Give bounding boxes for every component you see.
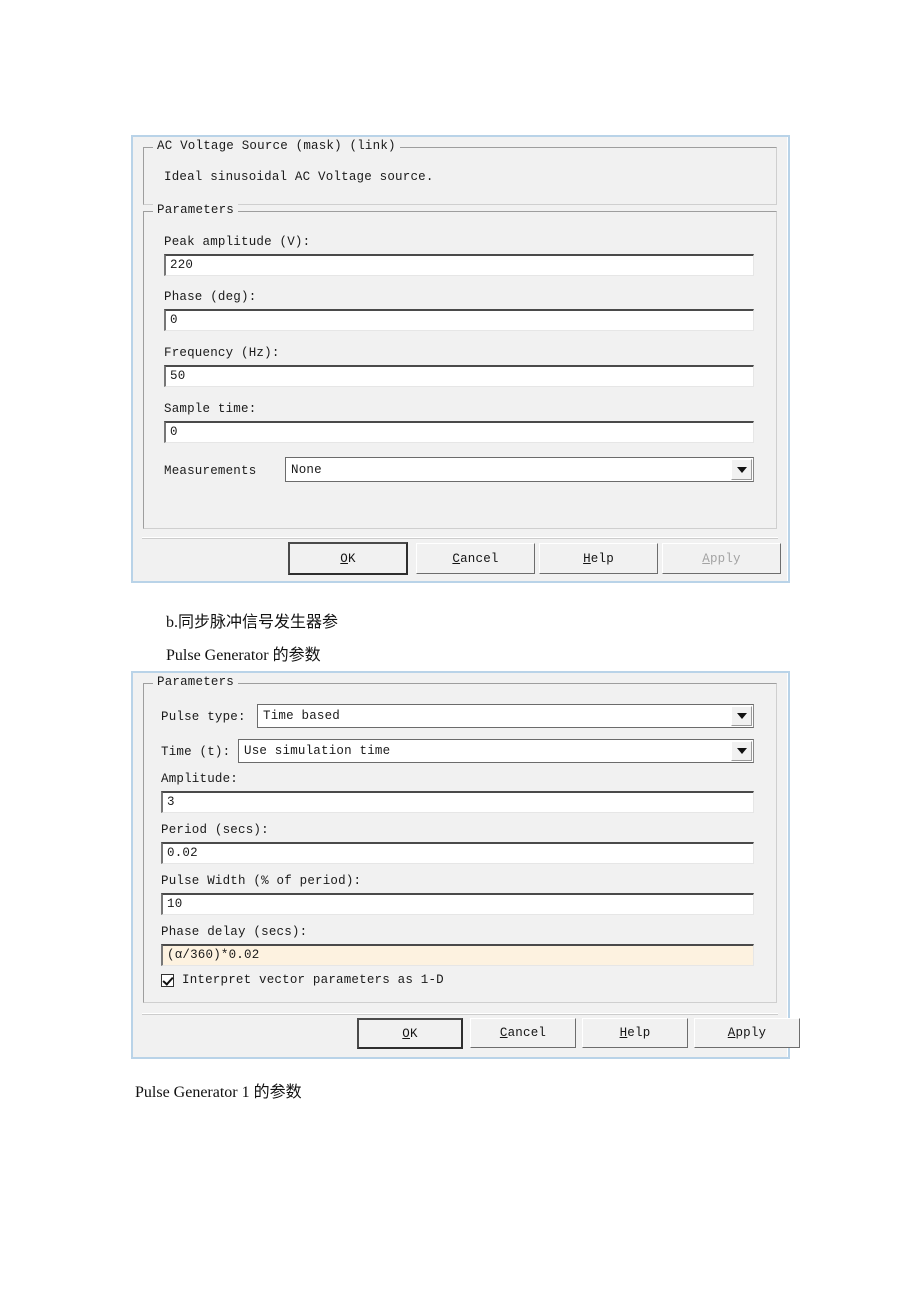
amplitude-input[interactable]: 3 — [161, 791, 754, 813]
caption-bottom-line-1: Pulse Generator 1 的参数 — [135, 1084, 302, 1101]
pg-help-button[interactable]: Help — [582, 1018, 688, 1048]
peak-amplitude-label: Peak amplitude (V): — [164, 235, 311, 249]
ac-voltage-source-dialog: AC Voltage Source (mask) (link) Ideal si… — [131, 135, 790, 583]
phase-input[interactable]: 0 — [164, 309, 754, 331]
apply-button-label: Apply — [702, 551, 741, 566]
peak-amplitude-input[interactable]: 220 — [164, 254, 754, 276]
chevron-down-icon[interactable] — [731, 741, 752, 761]
description-text: Ideal sinusoidal AC Voltage source. — [164, 170, 434, 184]
frequency-label: Frequency (Hz): — [164, 346, 280, 360]
interpret-vector-checkbox-row[interactable]: Interpret vector parameters as 1-D — [161, 973, 444, 987]
time-t-dropdown[interactable]: Use simulation time — [238, 739, 754, 763]
pg-ok-button-label: OK — [402, 1026, 418, 1041]
phase-delay-input[interactable]: (α/360)*0.02 — [161, 944, 754, 966]
help-button[interactable]: Help — [539, 543, 658, 574]
pg-help-button-label: Help — [619, 1026, 651, 1040]
phase-delay-label: Phase delay (secs): — [161, 925, 308, 939]
cancel-button-label: Cancel — [452, 551, 499, 566]
pg-parameters-groupbox-title: Parameters — [153, 675, 239, 689]
help-button-label: Help — [583, 551, 614, 566]
chevron-down-icon[interactable] — [731, 459, 752, 480]
caption-between-line-2: Pulse Generator 的参数 — [166, 647, 321, 664]
parameters-groupbox-title: Parameters — [153, 203, 239, 217]
apply-button: Apply — [662, 543, 781, 574]
pulse-generator-dialog-body: Parameters Pulse type: Time based Time (… — [133, 673, 800, 1057]
pulse-width-input[interactable]: 10 — [161, 893, 754, 915]
pg-apply-button[interactable]: Apply — [694, 1018, 800, 1048]
pulse-type-dropdown[interactable]: Time based — [257, 704, 754, 728]
frequency-input[interactable]: 50 — [164, 365, 754, 387]
time-t-label: Time (t): — [161, 745, 231, 759]
pg-button-row-separator — [142, 1013, 778, 1015]
pg-apply-button-label: Apply — [727, 1026, 767, 1040]
sample-time-input[interactable]: 0 — [164, 421, 754, 443]
description-groupbox-title: AC Voltage Source (mask) (link) — [153, 139, 400, 153]
checkbox-icon[interactable] — [161, 973, 174, 987]
period-label: Period (secs): — [161, 823, 269, 837]
pg-cancel-button-label: Cancel — [499, 1026, 547, 1040]
phase-label: Phase (deg): — [164, 290, 257, 304]
pulse-width-label: Pulse Width (% of period): — [161, 874, 362, 888]
chevron-down-icon[interactable] — [731, 706, 752, 726]
cancel-button[interactable]: Cancel — [416, 543, 535, 574]
ok-button[interactable]: OK — [288, 542, 408, 575]
period-input[interactable]: 0.02 — [161, 842, 754, 864]
amplitude-label: Amplitude: — [161, 772, 239, 786]
pulse-generator-dialog: Parameters Pulse type: Time based Time (… — [131, 671, 800, 1059]
measurements-dropdown[interactable]: None — [285, 457, 754, 482]
pulse-type-label: Pulse type: — [161, 710, 246, 724]
caption-between-line-1: b.同步脉冲信号发生器参 — [166, 614, 339, 631]
ac-voltage-source-dialog-body: AC Voltage Source (mask) (link) Ideal si… — [133, 137, 788, 581]
button-row-separator — [142, 537, 778, 539]
interpret-vector-checkbox-label: Interpret vector parameters as 1-D — [182, 973, 444, 987]
measurements-label: Measurements — [164, 464, 257, 478]
pg-ok-button[interactable]: OK — [357, 1018, 463, 1049]
ok-button-label: OK — [340, 551, 356, 566]
sample-time-label: Sample time: — [164, 402, 257, 416]
pg-cancel-button[interactable]: Cancel — [470, 1018, 576, 1048]
